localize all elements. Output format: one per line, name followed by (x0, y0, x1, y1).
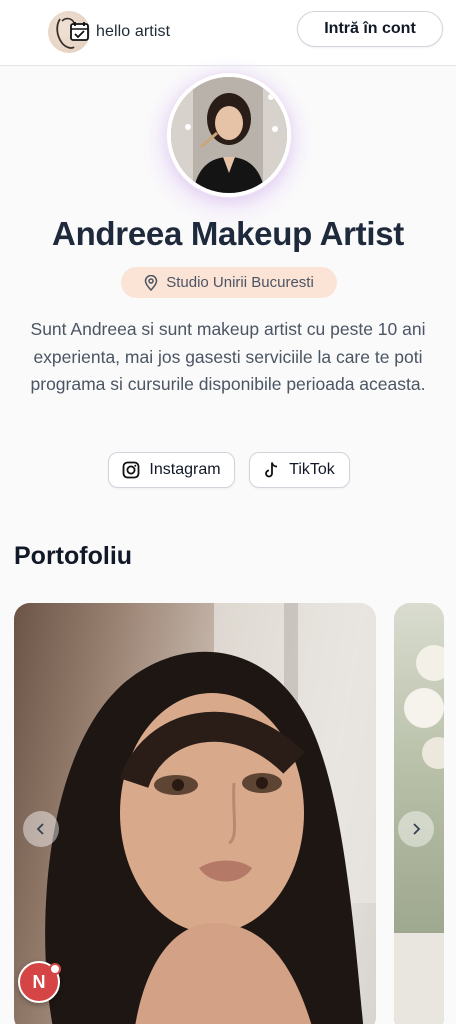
login-button[interactable]: Intră în cont (297, 11, 443, 47)
instagram-icon (123, 461, 140, 479)
instagram-label: Instagram (149, 461, 221, 478)
profile-avatar (167, 73, 291, 197)
brand-logo[interactable]: hello artist (48, 10, 170, 54)
tiktok-icon (265, 462, 278, 478)
carousel-next-button[interactable] (398, 811, 434, 847)
notification-dot (49, 963, 61, 975)
location-pin-icon (144, 274, 158, 291)
portfolio-title: Portofoliu (14, 542, 133, 570)
location-badge: Studio Unirii Bucuresti (121, 267, 337, 298)
chevron-right-icon (413, 823, 421, 835)
instagram-button[interactable]: Instagram (108, 452, 235, 488)
carousel-prev-button[interactable] (23, 811, 59, 847)
profile-name: Andreea Makeup Artist (52, 215, 404, 252)
chevron-left-icon (36, 823, 44, 835)
logo-mark-icon (48, 11, 90, 53)
tiktok-button[interactable]: TikTok (249, 452, 350, 488)
tiktok-label: TikTok (289, 461, 335, 478)
logo-text: hello artist (96, 23, 171, 40)
portfolio-image[interactable] (14, 603, 376, 1024)
location-text: Studio Unirii Bucuresti (166, 274, 314, 291)
profile-bio: Sunt Andreea si sunt makeup artist cu pe… (30, 319, 426, 394)
